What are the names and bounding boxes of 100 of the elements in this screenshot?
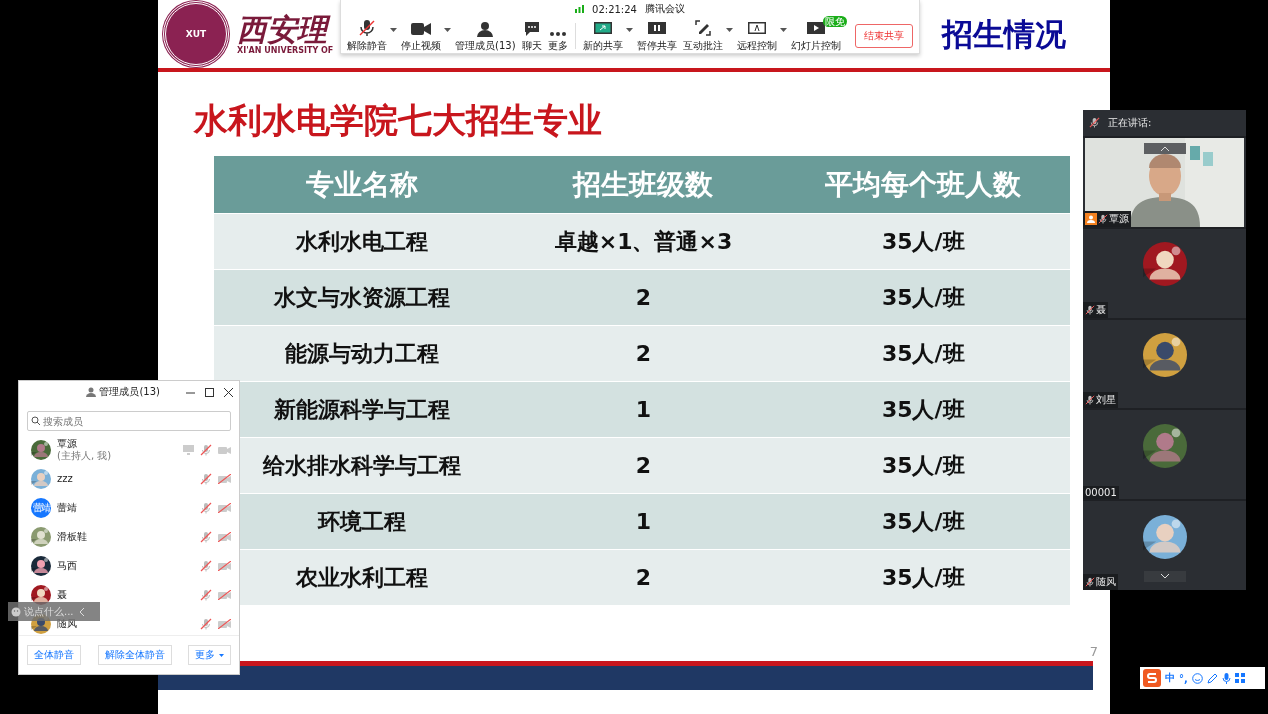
toolbar-button[interactable]: 新的共享 <box>580 18 625 53</box>
smiley-icon[interactable] <box>1191 672 1203 684</box>
more-dropdown[interactable]: 更多 <box>188 645 231 665</box>
search-field[interactable]: 搜索成员 <box>27 411 231 431</box>
app-name: 腾讯会议 <box>644 2 685 16</box>
slide-title: 水利水电学院七大招生专业 <box>194 99 602 142</box>
chat-icon <box>523 20 540 37</box>
participant-name: 刘星 <box>1096 393 1116 408</box>
ime-punctuation[interactable]: °, <box>1179 672 1188 684</box>
camera-off-icon <box>218 473 231 484</box>
table-cell: 35人/班 <box>776 437 1070 494</box>
camera-off-icon <box>218 618 231 629</box>
more-icon <box>548 30 567 37</box>
person-icon <box>477 20 494 37</box>
table-cell: 2 <box>510 269 777 326</box>
caret-icon <box>218 654 224 658</box>
camera-icon <box>218 444 231 455</box>
chevron-down-icon <box>1160 574 1169 579</box>
camera-icon <box>411 20 431 37</box>
member-name[interactable]: 马西 <box>57 559 194 572</box>
muted-mic-icon <box>200 588 212 601</box>
camera-off-icon <box>218 560 231 571</box>
window-title: 管理成员(13) <box>99 385 160 399</box>
caret-icon[interactable] <box>444 28 451 33</box>
speaking-label: 正在讲话: <box>1108 115 1152 130</box>
section-title: 招生情况 <box>942 15 1066 54</box>
caret-icon[interactable] <box>725 28 733 33</box>
table-cell: 35人/班 <box>776 549 1070 605</box>
muted-mic-icon <box>1089 117 1100 129</box>
table-cell: 2 <box>510 325 777 382</box>
share-screen-icon <box>592 20 613 37</box>
toolbar-button[interactable]: 互动批注 <box>680 18 725 53</box>
muted-mic-icon <box>1085 304 1095 315</box>
table-cell: 35人/班 <box>776 493 1070 550</box>
university-seal: XUT <box>163 1 229 67</box>
toolbar-button[interactable]: 远程控制 <box>734 18 779 53</box>
mute-control-button[interactable]: 全体静音 <box>27 645 82 665</box>
toolbar-button[interactable]: 暂停共享 <box>634 18 679 53</box>
slideshow-icon <box>805 20 826 37</box>
table-cell: 35人/班 <box>776 213 1070 270</box>
toolbar-button[interactable]: 停止视频 <box>399 18 443 53</box>
table-cell: 1 <box>510 493 777 550</box>
muted-mic-icon <box>1098 213 1108 224</box>
participant-name: 聂 <box>1096 302 1106 317</box>
muted-mic-icon <box>358 18 376 37</box>
close-icon[interactable] <box>224 387 233 397</box>
participant-name: 随风 <box>1096 575 1116 589</box>
caret-icon[interactable] <box>779 28 787 33</box>
toolbar-button[interactable]: 管理成员(13) <box>453 18 518 53</box>
muted-mic-icon <box>1085 395 1095 406</box>
mute-control-button[interactable]: 解除全体静音 <box>97 645 172 665</box>
member-name[interactable]: 蕾靖 <box>57 501 194 514</box>
camera-off-icon <box>218 589 231 600</box>
muted-mic-icon <box>200 559 212 572</box>
page-number: 7 <box>1089 644 1098 659</box>
toolbar-button[interactable]: 聊天 <box>519 18 544 53</box>
university-name: 西安理 <box>237 13 334 46</box>
toolbar-button[interactable]: 更多 <box>545 18 570 53</box>
table-cell: 2 <box>510 437 777 494</box>
camera-off-icon <box>218 531 231 542</box>
avatar-initials: 蕾靖 <box>31 497 51 518</box>
member-name[interactable]: zzz <box>57 472 194 485</box>
remote-control-icon <box>746 20 767 37</box>
table-cell: 1 <box>510 381 777 438</box>
person-icon <box>86 387 97 397</box>
maximize-icon[interactable] <box>205 387 214 397</box>
member-name[interactable]: 滑板鞋 <box>57 530 194 543</box>
scroll-up-button[interactable] <box>1143 142 1186 154</box>
table-cell: 卓越×1、普通×3 <box>510 213 777 270</box>
ime-mode[interactable]: 中 <box>1165 671 1175 685</box>
member-name[interactable]: 聂 <box>57 588 194 601</box>
participant-name: 覃源 <box>1109 211 1129 226</box>
annotate-icon <box>693 18 712 37</box>
caret-icon[interactable] <box>625 28 633 33</box>
emoji-icon <box>11 606 21 617</box>
chat-input[interactable]: 说点什么... <box>24 606 76 617</box>
table-cell: 35人/班 <box>776 269 1070 326</box>
meeting-time: 02:21:24 <box>592 3 637 15</box>
participant-name: 00001 <box>1085 487 1117 499</box>
column-header: 平均每个班人数 <box>776 156 1070 214</box>
toolbar-button[interactable]: 解除静音 <box>345 18 389 53</box>
table-cell: 35人/班 <box>776 381 1070 438</box>
grid-icon[interactable] <box>1234 673 1245 683</box>
table-cell: 水文与水资源工程 <box>214 269 511 326</box>
signal-icon <box>575 5 585 13</box>
table-cell: 2 <box>510 549 777 605</box>
caret-icon[interactable] <box>390 28 397 33</box>
mic-icon[interactable] <box>1221 672 1231 684</box>
camera-off-icon <box>218 502 231 513</box>
end-share-button[interactable]: 结束共享 <box>854 23 913 48</box>
member-name[interactable]: 覃源 <box>57 437 177 450</box>
pen-icon[interactable] <box>1206 672 1218 684</box>
table-cell: 水利水电工程 <box>214 213 511 270</box>
chevron-left-icon[interactable] <box>79 607 85 616</box>
muted-mic-icon <box>200 443 212 456</box>
chat-bar[interactable]: 说点什么... <box>8 602 100 621</box>
table-cell: 能源与动力工程 <box>214 325 511 382</box>
muted-mic-icon <box>200 472 212 485</box>
muted-mic-icon <box>200 501 212 514</box>
free-badge: 限免 <box>822 15 847 27</box>
